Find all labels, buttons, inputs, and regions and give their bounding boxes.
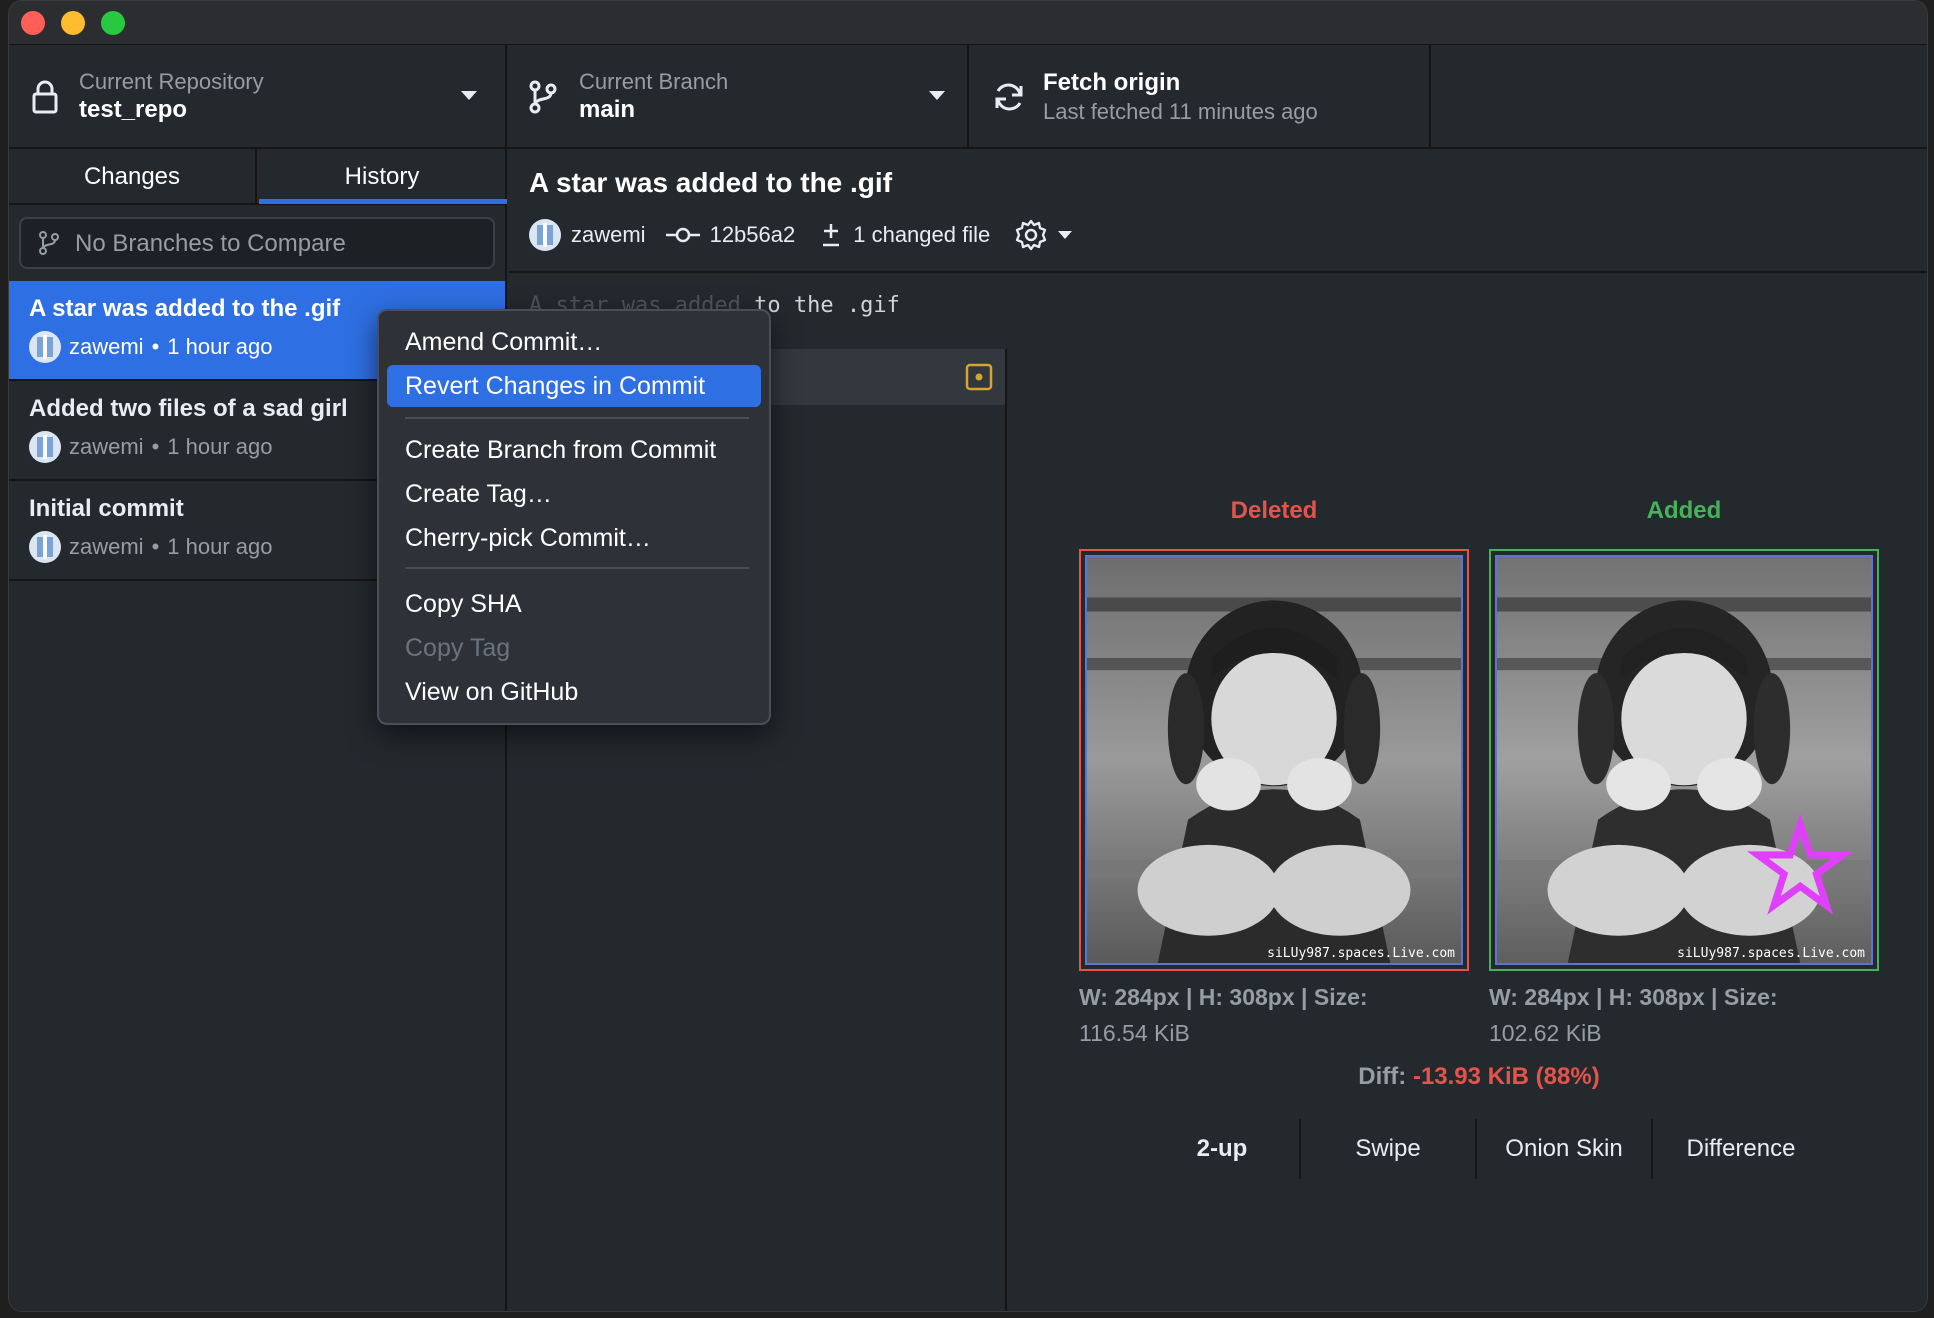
menu-item-revert-changes[interactable]: Revert Changes in Commit <box>387 365 761 407</box>
sad-girl-photo <box>1087 557 1461 963</box>
compare-branch-input[interactable]: No Branches to Compare <box>19 217 495 269</box>
branch-name: main <box>579 96 636 123</box>
current-repository-button[interactable]: Current Repository test_repo <box>9 45 507 149</box>
diff-added-icon <box>823 224 840 247</box>
diff-value: -13.93 KiB (88%) <box>1412 1063 1600 1090</box>
commit-meta: zawemi • 1 hour ago <box>29 531 272 563</box>
branch-icon <box>529 80 557 114</box>
tab-changes[interactable]: Changes <box>9 149 257 205</box>
deleted-size: 116.54 KiB <box>1079 1020 1190 1046</box>
commit-time: 1 hour ago <box>167 534 273 559</box>
commit-sha[interactable]: 12b56a2 <box>710 222 796 248</box>
file-modified-icon <box>965 363 993 391</box>
size-diff: Diff: -13.93 KiB (88%) <box>1079 1063 1879 1091</box>
menu-item-view-on-github[interactable]: View on GitHub <box>387 671 761 713</box>
menu-item-create-tag[interactable]: Create Tag… <box>387 473 761 515</box>
meta-separator: • <box>151 434 160 459</box>
chevron-down-icon[interactable] <box>1058 231 1073 239</box>
repository-label: Current Repository <box>79 69 264 94</box>
gear-icon[interactable] <box>1014 218 1048 252</box>
menu-separator <box>405 567 749 569</box>
menu-item-amend-commit[interactable]: Amend Commit… <box>387 321 761 363</box>
repository-name: test_repo <box>79 96 188 123</box>
deleted-image-stats: W: 284px | H: 308px | Size: 116.54 KiB <box>1079 979 1469 1051</box>
image-diff-modes: 2-up Swipe Onion Skin Difference <box>1145 1119 1829 1179</box>
minimize-window-button[interactable] <box>61 11 85 35</box>
mode-difference-button[interactable]: Difference <box>1653 1119 1829 1179</box>
commit-message-visible: to the .gif <box>754 293 900 318</box>
branch-icon <box>39 231 59 255</box>
added-image-content: siLUy987.spaces.Live.com <box>1495 555 1873 965</box>
avatar <box>29 331 61 363</box>
branch-label: Current Branch <box>579 69 729 94</box>
changed-files-count: 1 changed file <box>853 222 991 247</box>
mode-onion-skin-button[interactable]: Onion Skin <box>1477 1119 1653 1179</box>
close-window-button[interactable] <box>21 11 45 35</box>
commit-author: zawemi <box>69 434 144 459</box>
last-fetched-text: Last fetched 11 minutes ago <box>1043 99 1318 124</box>
file-list-divider <box>1005 349 1007 1311</box>
deleted-label: Deleted <box>1230 497 1318 524</box>
commit-meta: zawemi • 1 hour ago <box>29 331 272 363</box>
compare-placeholder: No Branches to Compare <box>75 230 346 257</box>
commit-icon <box>665 227 700 243</box>
title-bar <box>9 1 1927 45</box>
menu-separator <box>405 417 749 419</box>
diff-label: Diff: <box>1358 1063 1407 1090</box>
sad-girl-photo-with-star <box>1497 557 1871 963</box>
sync-icon <box>995 83 1023 111</box>
avatar <box>29 431 61 463</box>
mode-swipe-button[interactable]: Swipe <box>1301 1119 1477 1179</box>
active-tab-indicator <box>259 199 507 204</box>
commit-title: A star was added to the .gif <box>29 295 341 322</box>
commit-author: zawemi <box>69 534 144 559</box>
menu-item-cherry-pick[interactable]: Cherry-pick Commit… <box>387 517 761 559</box>
menu-item-copy-sha[interactable]: Copy SHA <box>387 583 761 625</box>
added-image: siLUy987.spaces.Live.com <box>1489 549 1879 971</box>
deleted-dimensions: W: 284px | H: 308px | Size: <box>1079 984 1368 1010</box>
commit-header: A star was added to the .gif zawemi 12b5… <box>509 149 1927 273</box>
added-dimensions: W: 284px | H: 308px | Size: <box>1489 984 1778 1010</box>
avatar <box>29 531 61 563</box>
chevron-down-icon <box>929 91 945 100</box>
deleted-image-content: siLUy987.spaces.Live.com <box>1085 555 1463 965</box>
commit-time: 1 hour ago <box>167 334 273 359</box>
zoom-window-button[interactable] <box>101 11 125 35</box>
added-image-stats: W: 284px | H: 308px | Size: 102.62 KiB <box>1489 979 1879 1051</box>
commit-detail-meta: zawemi 12b56a2 1 changed file <box>529 215 1073 255</box>
mode-2up-button[interactable]: 2-up <box>1145 1119 1301 1179</box>
app-window: Current Repository test_repo Current Bra… <box>8 0 1928 1312</box>
added-label: Added <box>1646 497 1722 524</box>
sidebar-tabs: Changes History <box>9 149 507 205</box>
menu-item-copy-tag: Copy Tag <box>405 634 511 662</box>
commit-title: Added two files of a sad girl <box>29 395 348 422</box>
commit-time: 1 hour ago <box>167 434 273 459</box>
commit-author: zawemi <box>69 334 144 359</box>
fetch-origin-label: Fetch origin <box>1043 69 1181 96</box>
added-size: 102.62 KiB <box>1489 1020 1602 1046</box>
meta-separator: • <box>151 534 160 559</box>
lock-icon <box>32 80 58 114</box>
commit-detail-author: zawemi <box>571 222 646 247</box>
chevron-down-icon <box>461 91 477 100</box>
commit-title: Initial commit <box>29 495 184 522</box>
tab-history[interactable]: History <box>257 149 507 205</box>
current-branch-button[interactable]: Current Branch main <box>507 45 969 149</box>
deleted-image: siLUy987.spaces.Live.com <box>1079 549 1469 971</box>
commit-meta: zawemi • 1 hour ago <box>29 431 272 463</box>
commit-context-menu: Amend Commit… Revert Changes in Commit C… <box>377 309 771 725</box>
image-watermark: siLUy987.spaces.Live.com <box>1677 946 1865 961</box>
menu-item-create-branch[interactable]: Create Branch from Commit <box>387 429 761 471</box>
image-watermark: siLUy987.spaces.Live.com <box>1267 946 1455 961</box>
toolbar: Current Repository test_repo Current Bra… <box>9 45 1927 149</box>
commit-detail-title: A star was added to the .gif <box>529 167 893 198</box>
meta-separator: • <box>151 334 160 359</box>
avatar <box>529 219 561 251</box>
fetch-origin-button[interactable]: Fetch origin Last fetched 11 minutes ago <box>969 45 1431 149</box>
